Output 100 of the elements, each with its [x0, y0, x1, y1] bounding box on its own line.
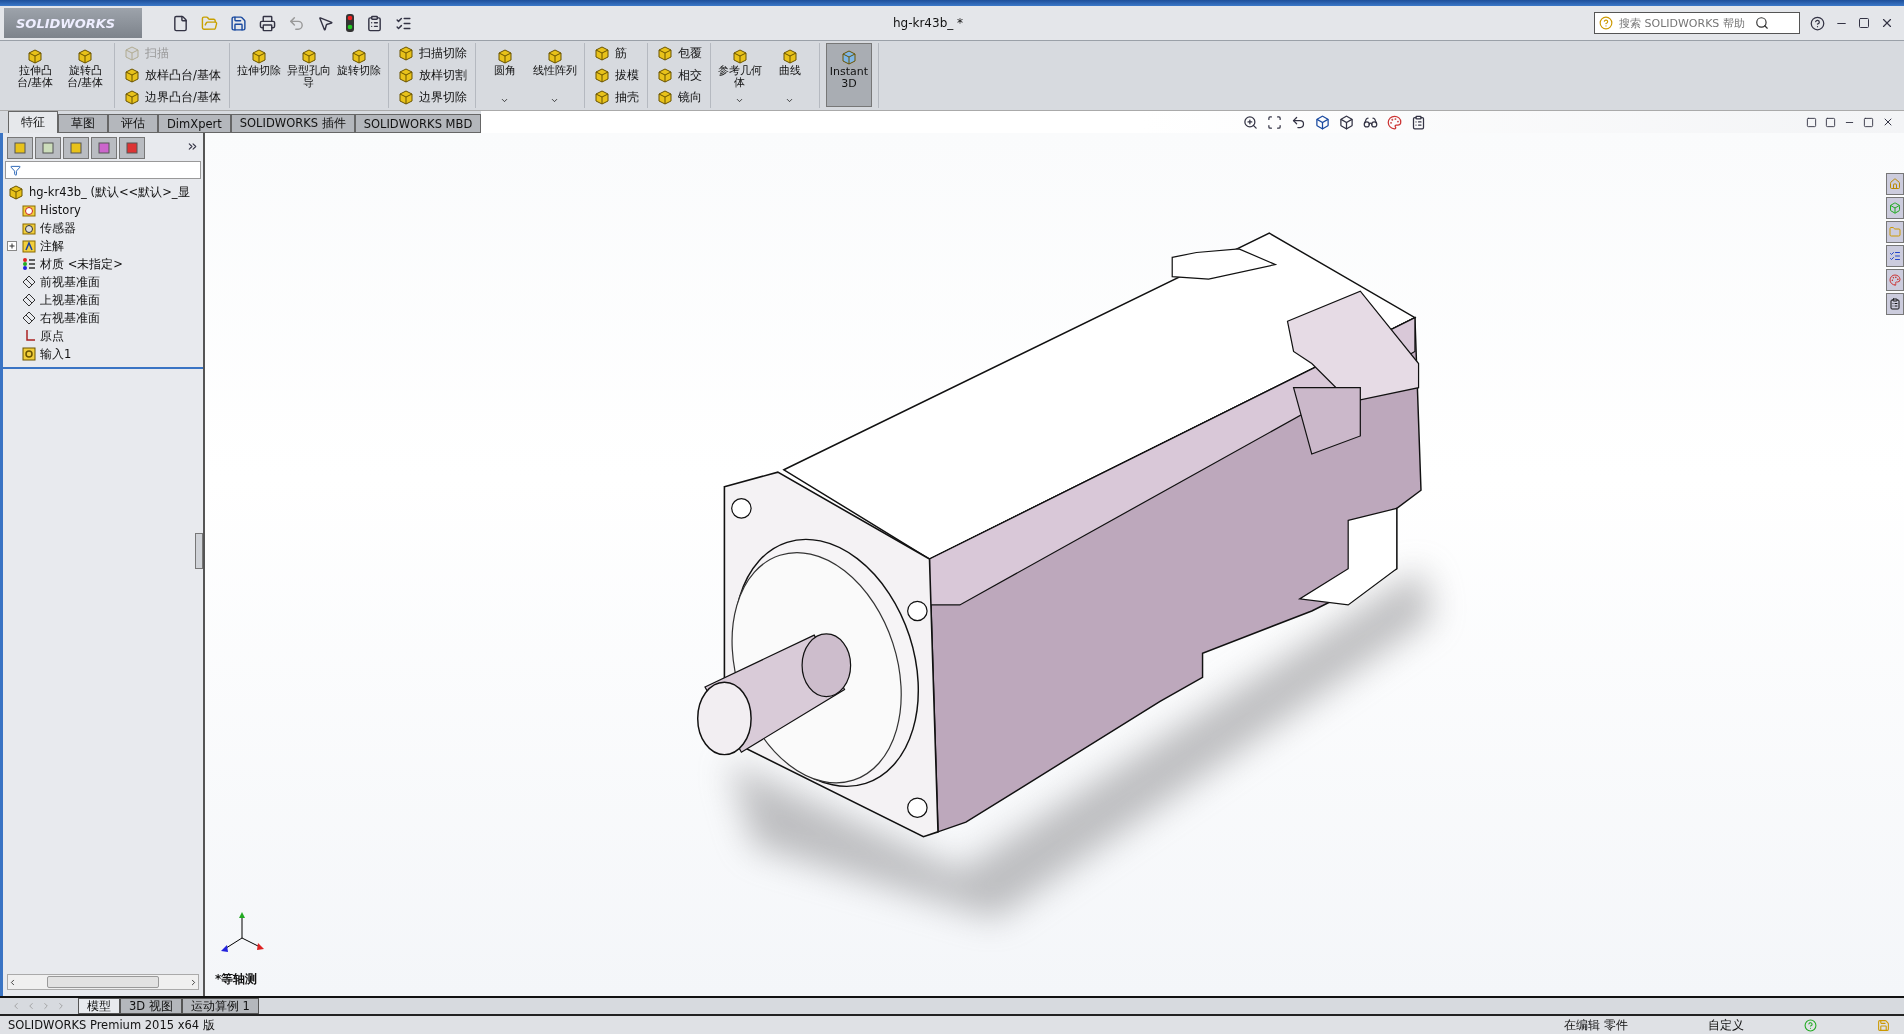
ribbon-button[interactable]: 圆角	[481, 43, 528, 107]
model-tab[interactable]: 3D 视图	[120, 998, 182, 1014]
scroll-left-icon[interactable]	[8, 977, 17, 987]
feature-icon	[396, 88, 415, 106]
caret-icon	[500, 96, 510, 105]
previous-view-icon[interactable]	[1291, 114, 1306, 130]
split-view-icon[interactable]	[1806, 116, 1817, 128]
panel-tab-icon[interactable]	[119, 137, 145, 159]
units-status[interactable]: 自定义	[1708, 1017, 1744, 1033]
ribbon-button[interactable]: 参考几何体	[716, 43, 763, 107]
panel-tab-icon[interactable]	[63, 137, 89, 159]
feature-icon	[7, 183, 25, 201]
filter-field[interactable]	[5, 161, 201, 179]
plane-icon	[22, 311, 36, 325]
tree-item[interactable]: 上视基准面	[40, 292, 100, 308]
maximize-icon[interactable]	[1858, 17, 1870, 29]
feature-icon	[26, 47, 44, 65]
ribbon-button[interactable]: 曲线	[766, 43, 813, 107]
feature-icon	[655, 88, 674, 106]
plane-icon	[22, 275, 36, 289]
ribbon-button[interactable]: 放样切割	[394, 65, 469, 85]
horizontal-scrollbar[interactable]	[7, 974, 199, 990]
feature-icon	[592, 66, 611, 84]
scene-icon[interactable]	[1411, 114, 1426, 130]
feature-icon	[839, 48, 858, 66]
ribbon-button[interactable]: 拔模	[590, 65, 641, 85]
tree-item[interactable]: 传感器	[40, 220, 76, 236]
app-logo: SOLIDWORKS	[4, 8, 142, 38]
feature-icon	[396, 66, 415, 84]
command-tab[interactable]: SOLIDWORKS MBD	[354, 114, 482, 133]
ribbon-button[interactable]: 异型孔向导	[285, 43, 332, 107]
options-icon[interactable]	[366, 14, 383, 32]
home-icon[interactable]	[1886, 173, 1904, 195]
view-palette-icon[interactable]	[1886, 245, 1904, 267]
ribbon-button[interactable]: 抽壳	[590, 87, 641, 107]
ribbon-button[interactable]: 旋转切除	[335, 43, 382, 107]
ribbon-button[interactable]: 包覆	[653, 43, 704, 63]
ribbon-button[interactable]: Instant3D	[825, 43, 872, 107]
traffic-light-icon[interactable]	[346, 14, 354, 32]
material-icon	[22, 257, 36, 271]
ribbon-button[interactable]: 拉伸凸台/基体	[12, 43, 58, 107]
library-icon[interactable]	[1886, 197, 1904, 219]
ribbon-button[interactable]: 旋转凸台/基体	[62, 43, 108, 107]
command-tab[interactable]: 草图	[58, 114, 108, 133]
tree-item[interactable]: 注解	[40, 238, 64, 254]
view-orientation-label: *等轴测	[215, 971, 258, 988]
panel-collapse-handle[interactable]	[195, 533, 203, 569]
panel-tab-icon[interactable]	[35, 137, 61, 159]
tree-item[interactable]: 右视基准面	[40, 310, 100, 326]
tree-item[interactable]: History	[40, 203, 81, 217]
ribbon-button[interactable]: 放样凸台/基体	[121, 65, 223, 85]
tree-item[interactable]: 原点	[40, 328, 64, 344]
display-style-icon[interactable]	[1339, 114, 1354, 130]
appearance-icon[interactable]	[1886, 269, 1904, 291]
tree-item[interactable]: 前视基准面	[40, 274, 100, 290]
command-tab[interactable]: 评估	[108, 114, 158, 133]
feature-icon	[123, 88, 141, 106]
close-icon[interactable]	[1880, 16, 1894, 30]
scroll-right-icon[interactable]	[189, 977, 198, 987]
search-field[interactable]: 搜索 SOLIDWORKS 帮助	[1594, 12, 1800, 34]
zoom-area-icon[interactable]	[1267, 114, 1282, 130]
ribbon-button[interactable]: 镜向	[653, 87, 704, 107]
filter-icon	[10, 164, 21, 176]
ribbon-button[interactable]: 拉伸切除	[235, 43, 282, 107]
tree-item[interactable]: 材质 <未指定>	[40, 256, 123, 272]
save-icon[interactable]	[230, 14, 247, 32]
caret-icon	[550, 96, 560, 105]
ribbon-button[interactable]: 扫描切除	[394, 43, 469, 63]
ribbon-button[interactable]: 筋	[590, 43, 641, 63]
tree-root[interactable]: hg-kr43b_ (默认<<默认>_显	[29, 184, 190, 200]
select-pointer-icon[interactable]	[317, 14, 334, 32]
command-tab[interactable]: DimXpert	[158, 114, 231, 133]
ribbon-button[interactable]: 边界切除	[394, 87, 469, 107]
section-view-icon[interactable]	[1315, 114, 1330, 130]
feature-icon	[592, 44, 611, 62]
command-tab[interactable]: 特征	[8, 111, 58, 133]
ribbon-button[interactable]: 边界凸台/基体	[121, 87, 223, 107]
search-icon[interactable]	[1755, 16, 1769, 30]
caret-icon	[785, 96, 795, 105]
tree-item[interactable]: 输入1	[40, 346, 72, 362]
folder-icon[interactable]	[1886, 221, 1904, 243]
command-tab[interactable]: SOLIDWORKS 插件	[230, 114, 355, 133]
help-icon[interactable]	[1810, 15, 1825, 31]
model-tab[interactable]: 运动算例 1	[181, 998, 259, 1014]
print-icon[interactable]	[259, 14, 276, 32]
feature-icon	[123, 66, 141, 84]
model-tab[interactable]: 模型	[78, 998, 120, 1014]
ribbon-button[interactable]: 线性阵列	[531, 43, 578, 107]
zoom-to-fit-icon[interactable]	[1243, 114, 1258, 130]
new-document-icon[interactable]	[172, 14, 189, 32]
split-view-icon[interactable]	[1825, 116, 1836, 128]
expand-toggle[interactable]	[7, 240, 18, 252]
ribbon-button[interactable]: 相交	[653, 65, 704, 85]
custom-properties-icon[interactable]	[1886, 293, 1904, 315]
panel-tab-icon[interactable]	[91, 137, 117, 159]
close-icon[interactable]	[1882, 116, 1894, 128]
panel-tab-icon[interactable]	[7, 137, 33, 159]
appearance-icon[interactable]	[1387, 114, 1402, 130]
expand-panel-icon[interactable]	[186, 140, 199, 153]
restore-icon[interactable]	[1863, 116, 1874, 128]
